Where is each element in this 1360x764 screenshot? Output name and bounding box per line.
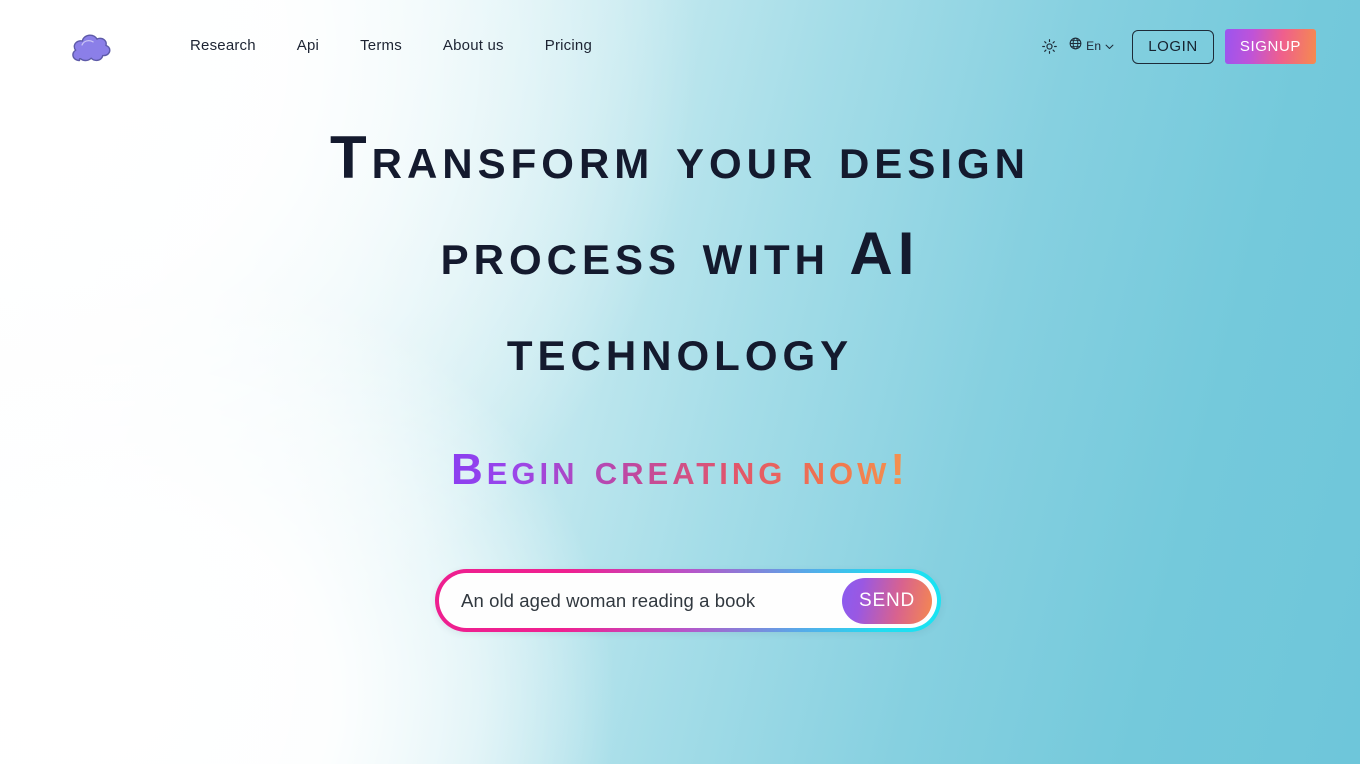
language-label: En: [1086, 39, 1102, 53]
brand-logo[interactable]: [63, 26, 119, 68]
language-selector[interactable]: En: [1069, 37, 1114, 55]
nav-item-research[interactable]: Research: [190, 34, 256, 57]
chevron-down-icon: [1105, 37, 1114, 55]
landing-page: Research Api Terms About us Pricing En L…: [0, 0, 1360, 764]
heading-line-1: Transform your design: [329, 124, 1030, 191]
nav-item-about-us[interactable]: About us: [443, 34, 504, 57]
nav-item-pricing[interactable]: Pricing: [545, 34, 592, 57]
globe-icon: [1069, 37, 1082, 55]
sun-icon[interactable]: [1039, 36, 1059, 56]
prompt-input[interactable]: [461, 589, 842, 612]
heading-line-2: process with AI: [440, 220, 920, 287]
login-button[interactable]: LOGIN: [1132, 29, 1214, 64]
prompt-bar-container: SEND: [435, 569, 941, 632]
page-title: Transform your design process with AI te…: [0, 110, 1360, 398]
main-nav: Research Api Terms About us Pricing: [190, 34, 592, 57]
send-button[interactable]: SEND: [842, 577, 932, 624]
hero-subheading-wrap: Begin creating now!: [0, 398, 1360, 498]
prompt-bar: SEND: [435, 569, 941, 632]
header-actions: En LOGIN SIGNUP: [1039, 0, 1316, 93]
hero-section: Transform your design process with AI te…: [0, 110, 1360, 498]
cloud-icon: [68, 30, 114, 64]
nav-item-terms[interactable]: Terms: [360, 34, 402, 57]
hero-subheading: Begin creating now!: [451, 442, 909, 498]
site-header: Research Api Terms About us Pricing En L…: [0, 0, 1360, 93]
heading-line-3: technology: [506, 316, 854, 383]
nav-item-api[interactable]: Api: [297, 34, 319, 57]
prompt-bar-inner: SEND: [439, 573, 937, 628]
signup-button[interactable]: SIGNUP: [1224, 29, 1316, 64]
